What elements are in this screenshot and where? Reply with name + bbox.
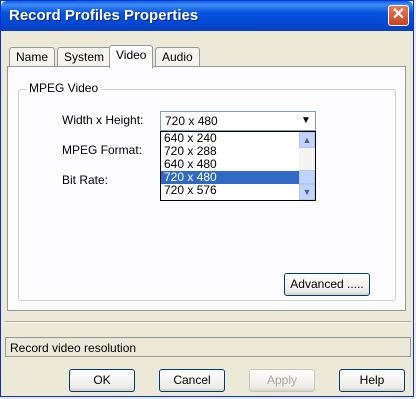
video-tab-panel: MPEG Video Width x Height: MPEG Format: … <box>7 66 406 311</box>
resolution-option[interactable]: 720 x 576 <box>161 184 300 197</box>
advanced-button[interactable]: Advanced ..... <box>284 273 370 296</box>
tab-system[interactable]: System <box>57 47 112 67</box>
scroll-down-icon[interactable]: ▼ <box>299 184 315 200</box>
bit-rate-label: Bit Rate: <box>62 173 109 187</box>
resolution-select[interactable]: 720 x 480 ▼ <box>160 111 316 131</box>
mpeg-format-label: MPEG Format: <box>62 143 143 157</box>
title-bar[interactable]: Record Profiles Properties ✕ <box>1 1 413 31</box>
divider <box>5 321 411 323</box>
width-height-label: Width x Height: <box>62 113 144 127</box>
help-button[interactable]: Help <box>339 369 405 392</box>
resolution-select-value: 720 x 480 <box>165 114 218 128</box>
tab-name[interactable]: Name <box>9 47 56 67</box>
scroll-thumb[interactable] <box>299 170 315 184</box>
ok-button[interactable]: OK <box>69 369 135 392</box>
dialog-window: Record Profiles Properties ✕ Name System… <box>0 0 414 397</box>
apply-button[interactable]: Apply <box>249 369 315 392</box>
close-icon: ✕ <box>391 6 406 23</box>
tab-audio[interactable]: Audio <box>155 47 200 67</box>
dropdown-scrollbar[interactable]: ▲ ▼ <box>299 132 315 200</box>
close-button[interactable]: ✕ <box>388 5 409 26</box>
group-label: MPEG Video <box>26 81 102 95</box>
tab-video[interactable]: Video <box>109 45 154 68</box>
scroll-up-icon[interactable]: ▲ <box>299 132 315 148</box>
window-title: Record Profiles Properties <box>9 7 199 24</box>
resolution-dropdown-list: 640 x 240 720 x 288 640 x 480 720 x 480 … <box>160 131 316 201</box>
status-text: Record video resolution <box>10 341 137 355</box>
status-bar: Record video resolution <box>5 337 411 357</box>
cancel-button[interactable]: Cancel <box>159 369 225 392</box>
chevron-down-icon[interactable]: ▼ <box>298 113 314 129</box>
